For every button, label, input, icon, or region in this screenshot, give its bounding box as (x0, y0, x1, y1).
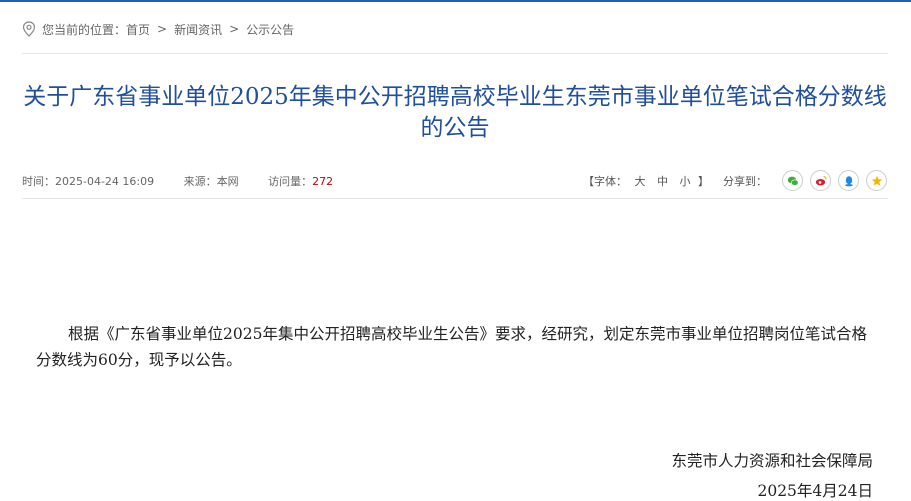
weibo-share-button[interactable] (810, 170, 831, 191)
title-line-1: 关于广东省事业单位2025年集中公开招聘高校毕业生东莞市事业单位笔试合格分数线 (23, 84, 887, 110)
font-size-large[interactable]: 大 (635, 175, 646, 188)
breadcrumb-news[interactable]: 新闻资讯 (174, 21, 222, 38)
font-size-close: 】 (698, 174, 709, 188)
breadcrumb-notices[interactable]: 公示公告 (246, 21, 294, 38)
article-body: 根据《广东省事业单位2025年集中公开招聘高校毕业生公告》要求，经研究，划定东莞… (36, 325, 867, 369)
share-label: 分享到： (723, 174, 767, 188)
qq-icon (844, 175, 853, 186)
view-count-value: 272 (312, 175, 334, 188)
qq-share-button[interactable] (838, 170, 859, 191)
qzone-share-button[interactable] (866, 170, 887, 191)
signature-date: 2025年4月24日 (757, 482, 873, 500)
meta-divider (22, 198, 888, 199)
location-pin-icon (22, 21, 36, 37)
weibo-icon (815, 175, 826, 185)
breadcrumb-separator: > (157, 22, 168, 36)
header-accent-line (0, 0, 911, 2)
article-toolbar: 【字体： 大 中 小 】 分享到： (583, 170, 887, 191)
article-meta: 时间：2025-04-24 16:09 来源：本网 访问量：272 (22, 173, 359, 189)
breadcrumb-label: 您当前的位置： (42, 22, 127, 37)
breadcrumb-home[interactable]: 首页 (126, 21, 150, 38)
font-size-medium[interactable]: 中 (657, 175, 668, 188)
font-size-small[interactable]: 小 (680, 175, 691, 188)
view-count-label: 访问量： (268, 175, 313, 188)
title-line-2: 的公告 (420, 115, 490, 141)
wechat-share-button[interactable] (782, 170, 803, 191)
breadcrumb: 您当前的位置： 首页 > 新闻资讯 > 公示公告 (22, 20, 294, 38)
article-source: 来源：本网 (183, 175, 239, 188)
breadcrumb-separator: > (229, 22, 240, 36)
font-size-open: 【字体： (583, 174, 627, 188)
view-count: 访问量：272 (268, 175, 333, 188)
font-size-switcher: 【字体： 大 中 小 】 (583, 173, 709, 189)
publish-time: 时间：2025-04-24 16:09 (22, 175, 155, 188)
page-title: 关于广东省事业单位2025年集中公开招聘高校毕业生东莞市事业单位笔试合格分数线 … (22, 82, 888, 144)
breadcrumb-divider (22, 53, 888, 54)
qzone-icon (871, 175, 882, 186)
wechat-icon (787, 176, 799, 186)
signature: 东莞市人力资源和社会保障局 (671, 452, 873, 470)
